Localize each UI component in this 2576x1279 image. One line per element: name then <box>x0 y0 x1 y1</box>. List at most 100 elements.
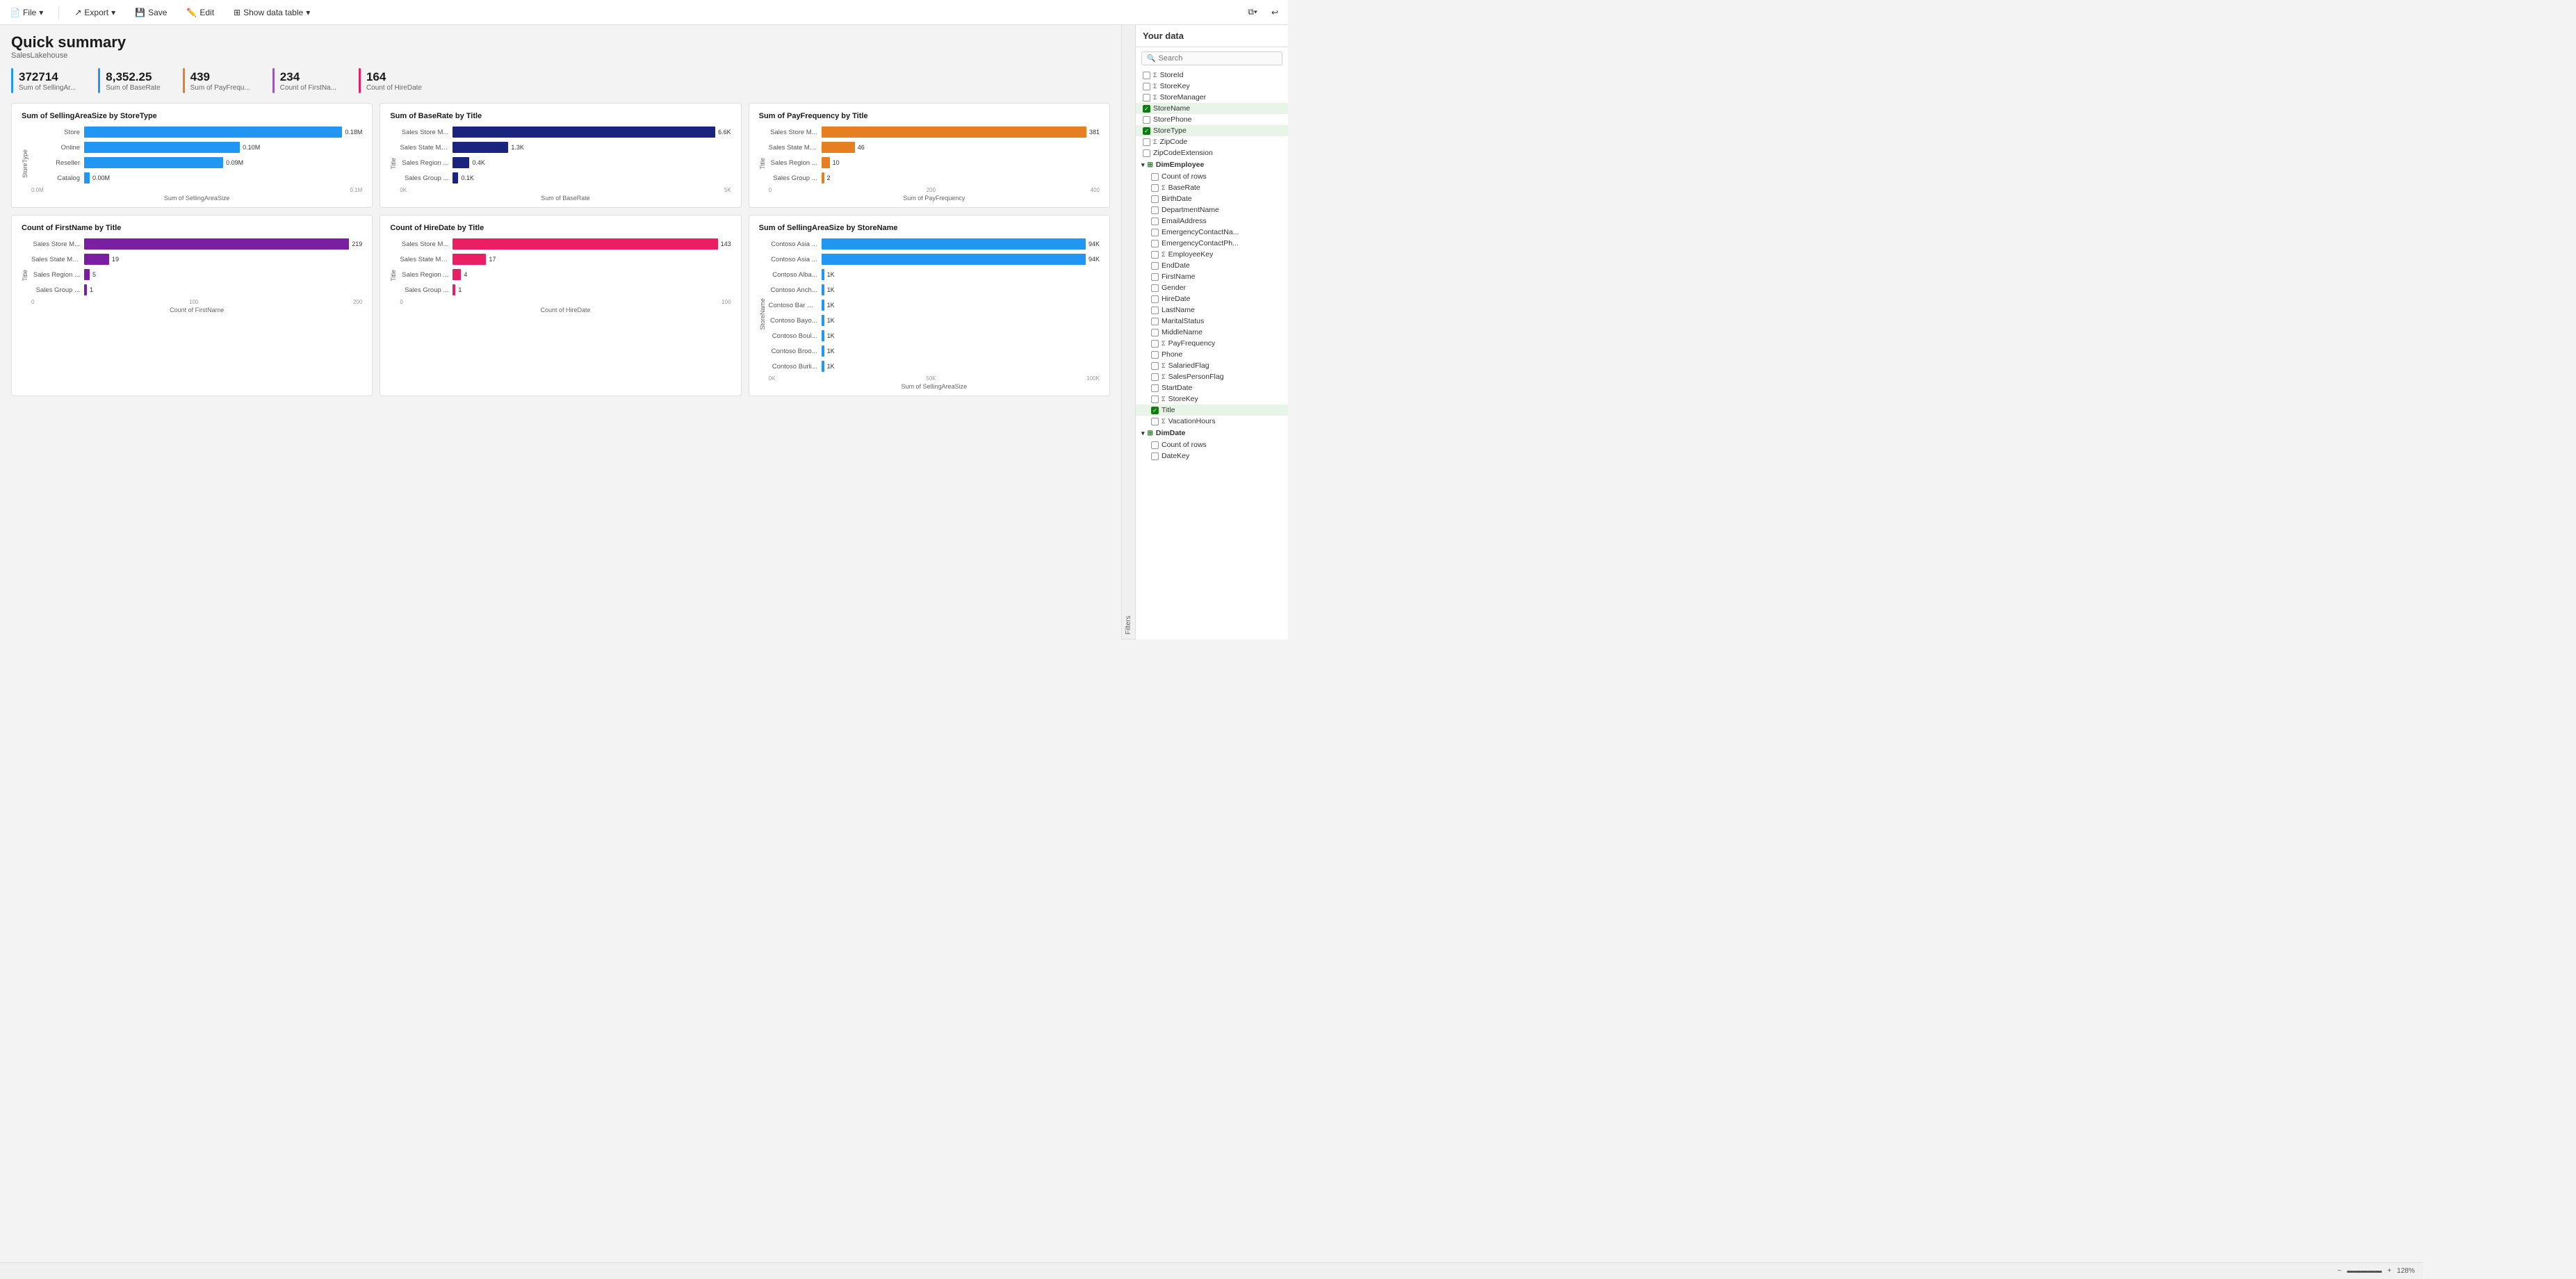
show-data-table-label: Show data table <box>243 8 303 17</box>
tree-checkbox-15[interactable] <box>1151 240 1159 247</box>
bar-label-r1-c1-b0: Sales Store M... <box>400 129 448 136</box>
tree-checkbox-19[interactable] <box>1151 284 1159 292</box>
tree-item-29[interactable]: ΣStoreKey <box>1136 393 1288 405</box>
tree-checkbox-21[interactable] <box>1151 307 1159 314</box>
tree-item-23[interactable]: MiddleName <box>1136 327 1288 338</box>
tree-checkbox-18[interactable] <box>1151 273 1159 281</box>
chart-x-axis-r1-c2: Sum of PayFrequency <box>769 195 1100 202</box>
tree-item-10[interactable]: ΣBaseRate <box>1136 182 1288 193</box>
tree-checkbox-10[interactable] <box>1151 184 1159 192</box>
tree-item-11[interactable]: BirthDate <box>1136 193 1288 204</box>
tree-label-23: MiddleName <box>1161 328 1203 336</box>
tree-item-19[interactable]: Gender <box>1136 282 1288 293</box>
tree-item-24[interactable]: ΣPayFrequency <box>1136 338 1288 349</box>
tree-checkbox-27[interactable] <box>1151 373 1159 381</box>
tree-checkbox-31[interactable] <box>1151 418 1159 425</box>
tree-checkbox-16[interactable] <box>1151 251 1159 259</box>
bar-container-r2-c1-b0: 143 <box>453 238 731 250</box>
tree-checkbox-11[interactable] <box>1151 195 1159 203</box>
bar-fill-r1-c1-b0 <box>453 127 715 138</box>
tree-checkbox-33[interactable] <box>1151 441 1159 449</box>
tree-item-7[interactable]: ZipCodeExtension <box>1136 147 1288 158</box>
zoom-minus-button[interactable]: − <box>2338 1267 2342 1275</box>
tree-item-25[interactable]: Phone <box>1136 349 1288 360</box>
restore-icon[interactable]: ↩ <box>1267 5 1282 20</box>
bar-fill-r1-c1-b1 <box>453 142 508 153</box>
tree-item-21[interactable]: LastName <box>1136 304 1288 316</box>
tree-checkbox-30[interactable]: ✓ <box>1151 407 1159 414</box>
bar-value-r2-c2-b2: 1K <box>827 271 835 278</box>
show-data-table-button[interactable]: ⊞ Show data table ▾ <box>229 5 314 20</box>
bar-label-r1-c0-b0: Store <box>31 129 80 136</box>
tree-checkbox-4[interactable] <box>1143 116 1150 124</box>
tree-checkbox-1[interactable] <box>1143 83 1150 90</box>
tree-checkbox-12[interactable] <box>1151 206 1159 214</box>
tree-item-33[interactable]: Count of rows <box>1136 439 1288 450</box>
tree-section-dimdate[interactable]: ▾ ⊞ DimDate <box>1136 427 1288 439</box>
tree-item-2[interactable]: ΣStoreManager <box>1136 92 1288 103</box>
bar-label-r1-c0-b3: Catalog <box>31 174 80 182</box>
tree-checkbox-9[interactable] <box>1151 173 1159 181</box>
tree-checkbox-0[interactable] <box>1143 72 1150 79</box>
tree-checkbox-2[interactable] <box>1143 94 1150 101</box>
tree-item-18[interactable]: FirstName <box>1136 271 1288 282</box>
tree-item-1[interactable]: ΣStoreKey <box>1136 81 1288 92</box>
tree-checkbox-24[interactable] <box>1151 340 1159 348</box>
tree-item-6[interactable]: ΣZipCode <box>1136 136 1288 147</box>
bar-container-r1-c2-b1: 46 <box>822 141 1100 154</box>
edit-button[interactable]: ✏️ Edit <box>182 5 218 20</box>
zoom-plus-button[interactable]: + <box>2388 1267 2392 1275</box>
export-button[interactable]: ↗ Export ▾ <box>70 5 120 20</box>
tree-checkbox-17[interactable] <box>1151 262 1159 270</box>
charts-row2: Count of FirstName by TitleTitleSales St… <box>11 215 1110 396</box>
tree-item-26[interactable]: ΣSalariedFlag <box>1136 360 1288 371</box>
tree-item-20[interactable]: HireDate <box>1136 293 1288 304</box>
tree-item-31[interactable]: ΣVacationHours <box>1136 416 1288 427</box>
tree-item-16[interactable]: ΣEmployeeKey <box>1136 249 1288 260</box>
chart-y-axis-r1-c0: StoreType <box>22 149 28 178</box>
tree-item-3[interactable]: ✓StoreName <box>1136 103 1288 114</box>
tree-checkbox-22[interactable] <box>1151 318 1159 325</box>
tree-checkbox-28[interactable] <box>1151 384 1159 392</box>
tree-section-dimemployee[interactable]: ▾ ⊞ DimEmployee <box>1136 158 1288 171</box>
bar-container-r2-c1-b3: 1 <box>453 284 731 296</box>
tree-checkbox-3[interactable]: ✓ <box>1143 105 1150 113</box>
tree-checkbox-23[interactable] <box>1151 329 1159 336</box>
bar-value-r1-c2-b3: 2 <box>827 174 831 181</box>
tree-item-14[interactable]: EmergencyContactNa... <box>1136 227 1288 238</box>
table-icon: ⊞ <box>234 8 241 17</box>
tree-item-28[interactable]: StartDate <box>1136 382 1288 393</box>
tree-checkbox-26[interactable] <box>1151 362 1159 370</box>
tree-checkbox-7[interactable] <box>1143 149 1150 157</box>
tree-checkbox-34[interactable] <box>1151 453 1159 460</box>
tree-item-22[interactable]: MaritalStatus <box>1136 316 1288 327</box>
file-menu[interactable]: 📄 File ▾ <box>6 5 47 20</box>
table-chevron-icon: ▾ <box>306 8 310 17</box>
tree-item-27[interactable]: ΣSalesPersonFlag <box>1136 371 1288 382</box>
tree-item-9[interactable]: Count of rows <box>1136 171 1288 182</box>
search-input[interactable] <box>1158 54 1277 63</box>
kpi-value-0: 372714 <box>19 70 76 84</box>
tree-item-5[interactable]: ✓StoreType <box>1136 125 1288 136</box>
tree-checkbox-29[interactable] <box>1151 396 1159 403</box>
page-title-section: Quick summary SalesLakehouse <box>11 33 1110 60</box>
tree-item-15[interactable]: EmergencyContactPh... <box>1136 238 1288 249</box>
tree-checkbox-5[interactable]: ✓ <box>1143 127 1150 135</box>
tree-item-0[interactable]: ΣStoreId <box>1136 70 1288 81</box>
window-controls[interactable]: ⧉▾ <box>1244 4 1262 20</box>
tree-item-4[interactable]: StorePhone <box>1136 114 1288 125</box>
tree-checkbox-6[interactable] <box>1143 138 1150 146</box>
zoom-slider[interactable]: ▬▬▬▬▬ <box>2347 1267 2382 1275</box>
tree-checkbox-13[interactable] <box>1151 218 1159 225</box>
tree-checkbox-20[interactable] <box>1151 295 1159 303</box>
tree-section-label: DimEmployee <box>1156 161 1204 169</box>
save-button[interactable]: 💾 Save <box>131 5 171 20</box>
filters-tab[interactable]: Filters <box>1121 25 1135 640</box>
tree-checkbox-14[interactable] <box>1151 229 1159 236</box>
tree-item-13[interactable]: EmailAddress <box>1136 215 1288 227</box>
tree-item-30[interactable]: ✓Title <box>1136 405 1288 416</box>
tree-item-12[interactable]: DepartmentName <box>1136 204 1288 215</box>
tree-item-34[interactable]: DateKey <box>1136 450 1288 462</box>
tree-checkbox-25[interactable] <box>1151 351 1159 359</box>
tree-item-17[interactable]: EndDate <box>1136 260 1288 271</box>
